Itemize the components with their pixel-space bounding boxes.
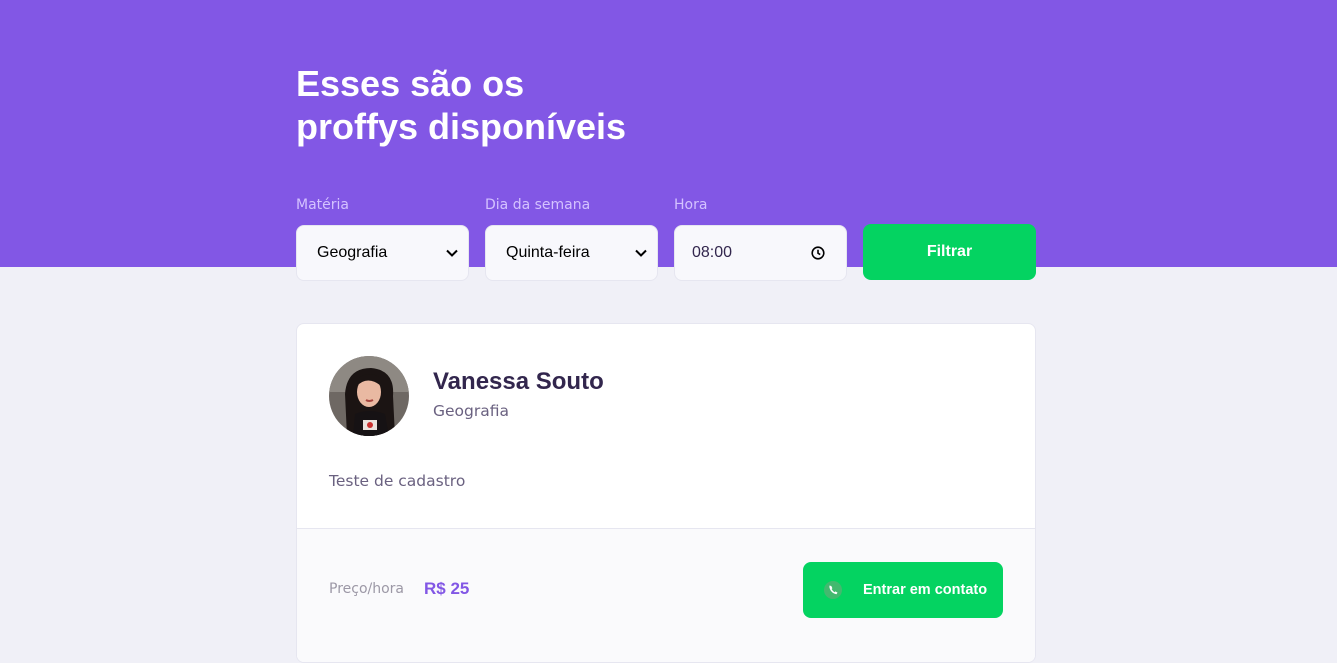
weekday-select[interactable]: Quinta-feira	[485, 225, 658, 281]
contact-button-label: Entrar em contato	[863, 582, 988, 598]
price-value: R$ 25	[424, 579, 470, 598]
page-title: Esses são os proffys disponíveis	[296, 62, 796, 148]
time-label: Hora	[674, 197, 708, 213]
teacher-name: Vanessa Souto	[433, 368, 604, 395]
weekday-select-value: Quinta-feira	[506, 244, 590, 261]
page-header: Esses são os proffys disponíveis Matéria…	[0, 0, 1337, 281]
whatsapp-icon	[823, 580, 843, 600]
price-label: Preço/hora	[329, 581, 405, 597]
subject-select[interactable]: Geografia	[296, 225, 469, 281]
contact-button[interactable]: Entrar em contato	[803, 562, 1003, 618]
time-input-value: 08:00	[692, 244, 733, 261]
teacher-subject: Geografia	[433, 402, 510, 420]
chevron-down-icon	[446, 247, 458, 259]
page-title-line-1: Esses são os	[296, 63, 525, 104]
teacher-avatar	[329, 356, 409, 436]
filter-button[interactable]: Filtrar	[863, 224, 1036, 280]
chevron-down-icon	[635, 247, 647, 259]
subject-select-value: Geografia	[317, 244, 388, 261]
page-title-line-2: proffys disponíveis	[296, 106, 627, 147]
subject-label: Matéria	[296, 197, 349, 213]
clock-icon[interactable]	[810, 245, 826, 261]
teacher-bio: Teste de cadastro	[329, 472, 466, 490]
time-input[interactable]: 08:00	[674, 225, 847, 281]
weekday-label: Dia da semana	[485, 197, 591, 213]
teacher-card: Vanessa Souto Geografia Teste de cadastr…	[296, 323, 1036, 663]
teacher-card-footer: Preço/hora R$ 25 Entrar em contato	[297, 528, 1035, 662]
